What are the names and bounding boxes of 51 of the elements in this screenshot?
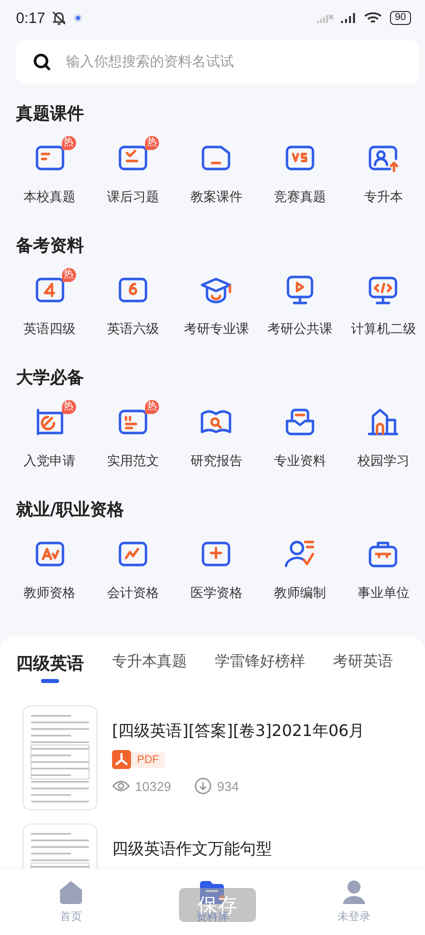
view-count: 10329 [135, 778, 172, 794]
signal-off-icon [316, 12, 334, 24]
category-tab[interactable]: 考研英语 [329, 648, 397, 687]
hot-badge: 热 [62, 400, 76, 414]
file-type-tag: PDF [131, 752, 165, 768]
search-field[interactable]: 输入你想搜索的资料名试试 [16, 40, 419, 84]
download-icon [194, 777, 212, 795]
category-item[interactable]: 医学资格 [174, 526, 258, 612]
document-title[interactable]: 四级英语作文万能句型 [112, 839, 272, 860]
signal-icon [340, 12, 358, 24]
category-item[interactable]: 研究报告 [174, 394, 258, 480]
status-time: 0:17 [16, 10, 46, 26]
category-item[interactable]: 竞赛真题 [258, 130, 342, 216]
bell-off-icon [51, 10, 68, 26]
document-title[interactable]: [四级英语][答案][卷3]2021年06月 [112, 721, 365, 742]
category-item[interactable]: 教案课件 [174, 130, 258, 216]
wifi-icon [364, 11, 384, 25]
hot-badge: 热 [62, 268, 76, 282]
battery-level: 90 [390, 11, 411, 25]
home-icon [58, 879, 84, 905]
user-icon [341, 879, 368, 905]
category-item[interactable]: 英语六级 [91, 262, 175, 348]
category-item[interactable]: 会计资格 [91, 526, 175, 612]
category-item[interactable]: 热 入党申请 [8, 394, 92, 480]
hot-badge: 热 [145, 136, 160, 150]
category-tab[interactable]: 专升本真题 [108, 648, 191, 687]
category-item[interactable]: 专升本 [342, 130, 425, 216]
section-heading: 真题课件 [15, 103, 85, 124]
section-heading: 大学必备 [15, 367, 85, 388]
category-item[interactable]: 事业单位 [342, 526, 425, 612]
notification-dot-icon [73, 13, 84, 23]
category-item[interactable]: 教师编制 [258, 526, 342, 612]
section-heading: 备考资料 [15, 235, 85, 256]
category-item[interactable]: 考研公共课 [258, 262, 342, 348]
category-item[interactable]: 教师资格 [8, 526, 92, 612]
category-item[interactable]: 专业资料 [258, 394, 342, 480]
category-item[interactable]: 校园学习 [342, 394, 425, 480]
category-tab[interactable]: 四级英语 [12, 648, 88, 687]
category-tab[interactable]: 学雷锋好榜样 [211, 648, 309, 687]
category-item[interactable]: 热 本校真题 [8, 130, 92, 216]
download-count: 934 [217, 778, 239, 794]
pdf-icon [112, 750, 131, 769]
category-item[interactable]: 考研专业课 [174, 262, 258, 348]
hot-badge: 热 [62, 136, 76, 150]
category-item[interactable]: 热 课后习题 [91, 130, 175, 216]
tab-indicator [41, 679, 59, 683]
category-item[interactable]: 热 实用范文 [91, 394, 175, 480]
hot-badge: 热 [145, 400, 160, 414]
section-heading: 就业/职业资格 [14, 499, 126, 520]
category-item[interactable]: 计算机二级 [342, 262, 425, 348]
category-item[interactable]: 热 英语四级 [8, 262, 92, 348]
